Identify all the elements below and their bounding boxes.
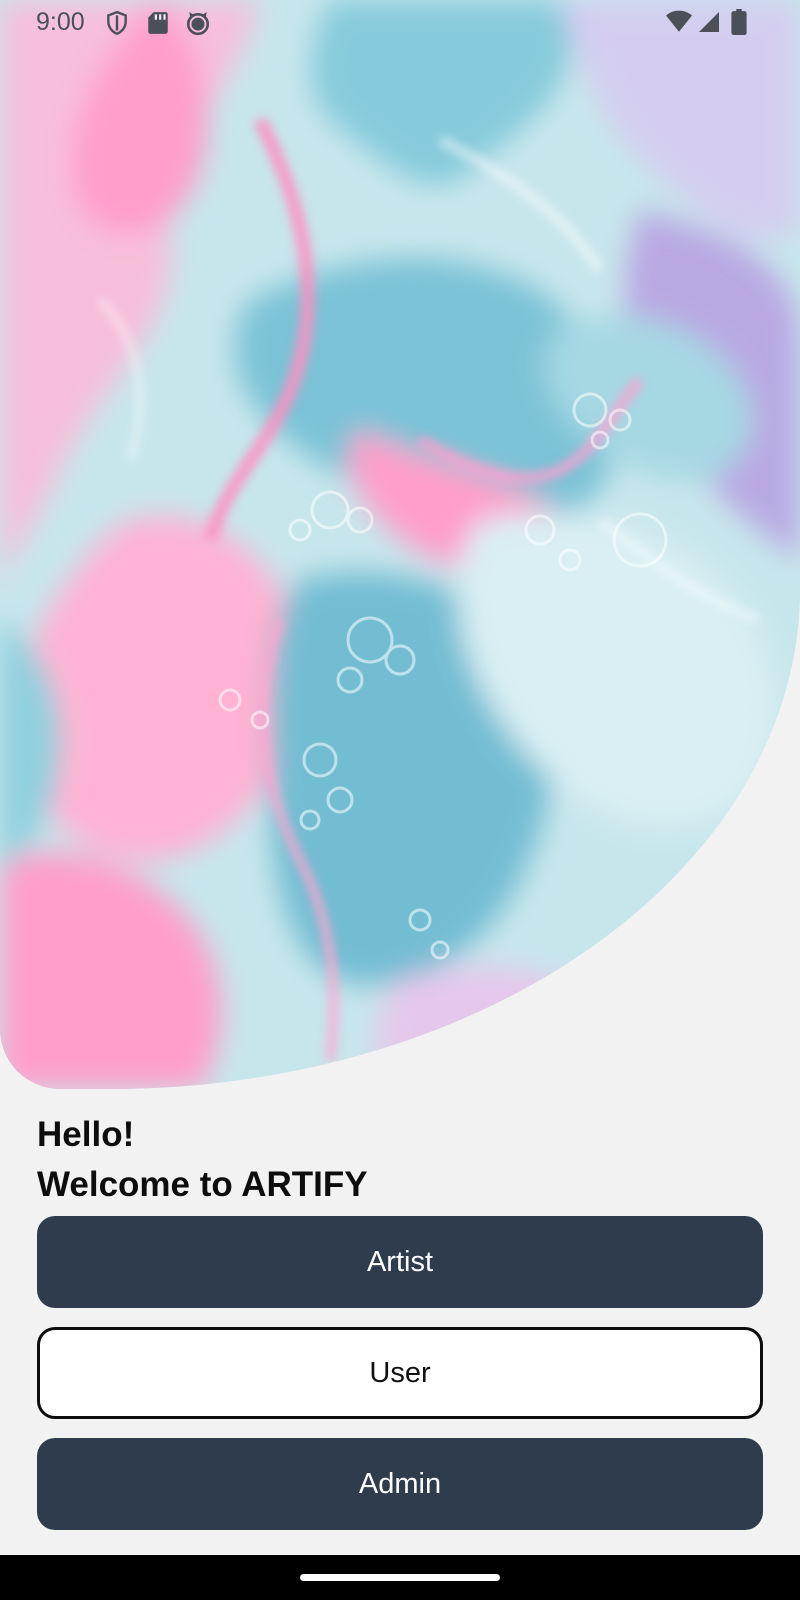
- artist-button[interactable]: Artist: [37, 1216, 763, 1308]
- hero-image: [0, 0, 800, 1089]
- user-button[interactable]: User: [37, 1327, 763, 1419]
- greeting-hello: Hello!: [37, 1115, 135, 1154]
- sd-card-icon: [148, 12, 168, 34]
- status-time: 9:00: [36, 8, 85, 36]
- status-bar: 9:00: [0, 0, 800, 46]
- greeting: Hello! Welcome to ARTIFY: [37, 1110, 757, 1210]
- admin-button[interactable]: Admin: [37, 1438, 763, 1530]
- wifi-icon: [666, 10, 692, 32]
- home-gesture-handle[interactable]: [300, 1574, 500, 1581]
- cat-face-icon: [186, 12, 210, 36]
- shield-icon: [107, 10, 127, 36]
- greeting-welcome: Welcome to ARTIFY: [37, 1165, 368, 1204]
- battery-icon: [731, 9, 747, 35]
- signal-icon: [699, 12, 719, 32]
- fluid-art-image: [0, 0, 800, 1089]
